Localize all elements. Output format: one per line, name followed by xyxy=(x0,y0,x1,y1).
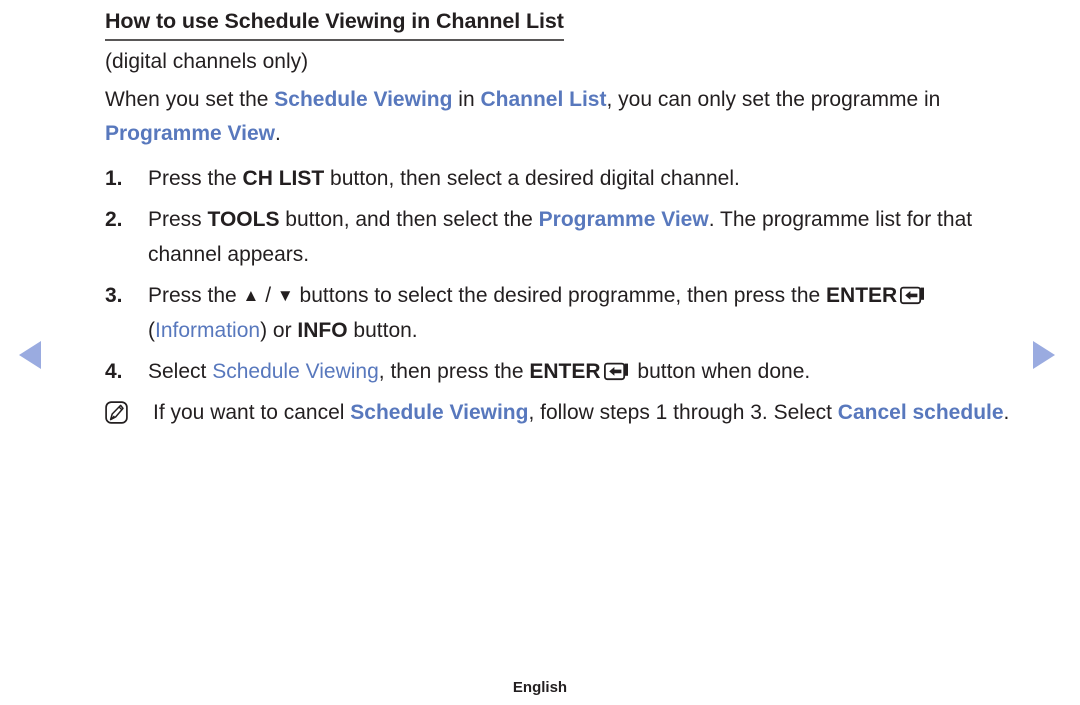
step-1-text-2: button, then select a desired digital ch… xyxy=(324,167,740,190)
note-block: If you want to cancel Schedule Viewing, … xyxy=(105,395,1035,430)
note-text-0: If you want to cancel xyxy=(153,401,351,424)
step-number: 1. xyxy=(105,167,123,190)
enter-key-icon xyxy=(603,362,628,381)
manual-page: How to use Schedule Viewing in Channel L… xyxy=(0,0,1080,705)
step-3-highlight-term-8: Information xyxy=(155,319,261,342)
step-1-text-0: Press the xyxy=(148,167,243,190)
step-4-text-0: Select xyxy=(148,360,213,383)
step-item: 1. Press the CH LIST button, then select … xyxy=(105,161,1035,196)
step-number: 4. xyxy=(105,360,123,383)
enter-key-icon xyxy=(900,286,925,305)
step-body: Press the CH LIST button, then select a … xyxy=(148,161,1035,196)
step-item: 4. Select Schedule Viewing, then press th… xyxy=(105,354,1035,389)
step-item: 2. Press TOOLS button, and then select th… xyxy=(105,202,1035,272)
note-text-4: . xyxy=(1003,401,1010,424)
step-body: Press TOOLS button, and then select the … xyxy=(148,202,1035,272)
step-2-text-2: button, and then select the xyxy=(279,208,539,231)
intro-term-schedule-viewing: Schedule Viewing xyxy=(274,88,453,111)
page-subtitle: (digital channels only) xyxy=(105,50,309,73)
step-3-text-9: ) or xyxy=(260,319,298,342)
step-number: 3. xyxy=(105,284,123,307)
step-4-text-5: button when done. xyxy=(631,360,811,383)
step-4-bold-term-3: ENTER xyxy=(529,360,601,383)
step-4-highlight-term-1: Schedule Viewing xyxy=(212,360,379,383)
step-3-text-7: ( xyxy=(148,319,155,342)
page-title: How to use Schedule Viewing in Channel L… xyxy=(105,8,564,41)
step-3-text-0: Press the xyxy=(148,284,243,307)
step-3-bold-term-5: ENTER xyxy=(826,284,898,307)
note-highlight-term-1: Schedule Viewing xyxy=(350,401,529,424)
intro-paragraph: When you set the Schedule Viewing in Cha… xyxy=(105,83,985,151)
step-1-bold-term-1: CH LIST xyxy=(242,167,325,190)
step-2-highlight-term-3: Programme View xyxy=(538,208,709,231)
note-highlight-term-3: Cancel schedule xyxy=(837,401,1004,424)
page-content: How to use Schedule Viewing in Channel L… xyxy=(105,8,1035,430)
step-3-direction-glyph-1: ▲ xyxy=(242,286,260,305)
note-text: If you want to cancel Schedule Viewing, … xyxy=(153,395,1035,430)
step-4-text-2: , then press the xyxy=(378,360,530,383)
intro-term-channel-list: Channel List xyxy=(480,88,607,111)
step-number: 2. xyxy=(105,208,123,231)
note-pen-icon xyxy=(105,401,128,424)
step-3-text-4: buttons to select the desired programme,… xyxy=(293,284,827,307)
note-icon-wrap xyxy=(105,395,153,424)
step-3-text-2: / xyxy=(259,284,277,307)
footer-language: English xyxy=(512,679,568,696)
step-3-bold-term-10: INFO xyxy=(297,319,348,342)
step-body: Select Schedule Viewing, then press the … xyxy=(148,354,1035,389)
previous-page-arrow[interactable] xyxy=(14,339,44,371)
step-3-text-11: button. xyxy=(347,319,418,342)
step-2-bold-term-1: TOOLS xyxy=(207,208,280,231)
triangle-left-icon xyxy=(19,341,41,369)
intro-text-3: , you can only set the programme in xyxy=(606,88,941,111)
step-3-direction-glyph-3: ▼ xyxy=(276,286,294,305)
note-text-2: , follow steps 1 through 3. Select xyxy=(528,401,838,424)
intro-term-programme-view: Programme View xyxy=(105,122,276,145)
step-item: 3. Press the ▲ / ▼ buttons to select the … xyxy=(105,278,1035,348)
step-2-text-0: Press xyxy=(148,208,208,231)
intro-text-2: in xyxy=(452,88,481,111)
steps-list: 1. Press the CH LIST button, then select … xyxy=(105,161,1035,389)
intro-text-4: . xyxy=(275,122,281,145)
step-body: Press the ▲ / ▼ buttons to select the de… xyxy=(148,278,1035,348)
intro-text-1: When you set the xyxy=(105,88,275,111)
